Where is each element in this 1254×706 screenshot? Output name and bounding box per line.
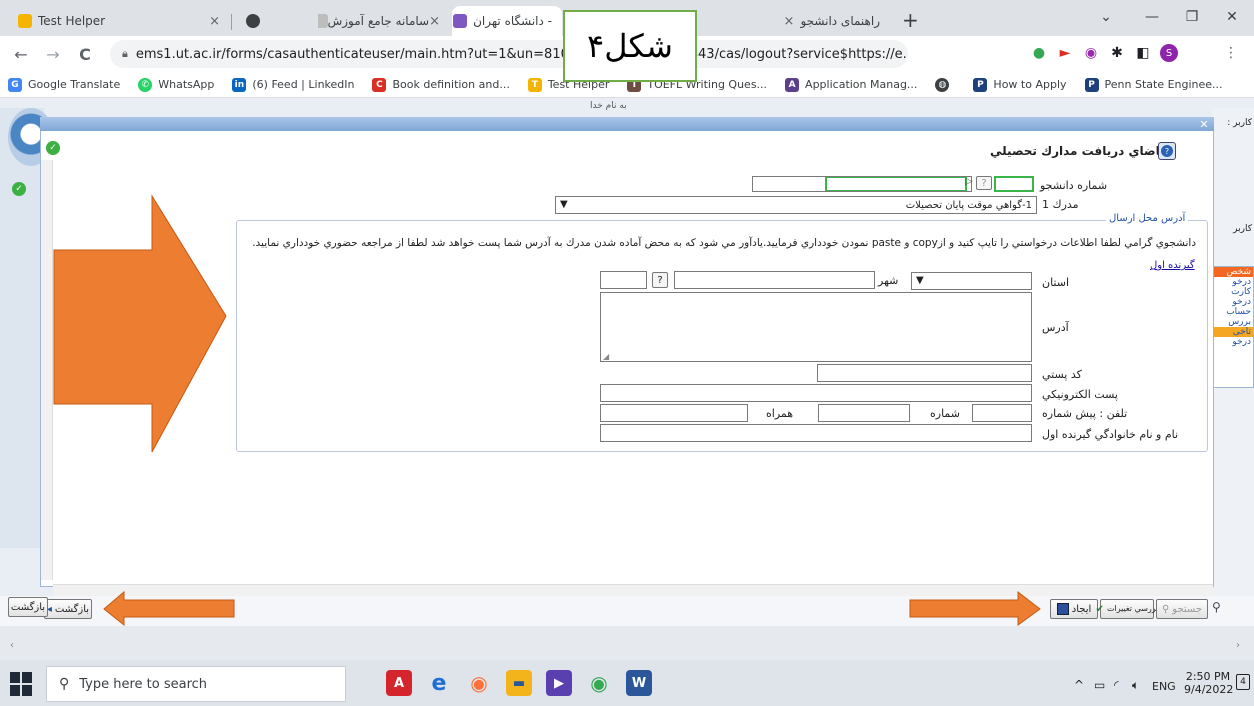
file-explorer-icon[interactable]: ▬ bbox=[506, 670, 532, 696]
clock-time: 2:50 PM bbox=[1185, 670, 1231, 683]
edge-icon[interactable]: e bbox=[426, 670, 452, 696]
search-icon: ⚲ bbox=[59, 676, 70, 692]
figure-label: شکل۴ bbox=[563, 10, 697, 82]
volume-icon[interactable]: 🔈︎ bbox=[1132, 678, 1139, 693]
start-button[interactable] bbox=[10, 672, 34, 696]
taskbar-search[interactable]: ⚲ Type here to search bbox=[46, 666, 346, 702]
firefox-icon[interactable]: ◉ bbox=[466, 670, 492, 696]
battery-icon[interactable]: ▭ bbox=[1094, 678, 1105, 692]
search-placeholder: Type here to search bbox=[79, 676, 208, 692]
arrow-to-create-shape bbox=[909, 590, 1041, 626]
wifi-icon[interactable]: ◜ bbox=[1114, 678, 1119, 692]
annotation-overlay bbox=[53, 194, 1041, 627]
acrobat-icon[interactable]: A bbox=[386, 670, 412, 696]
language-indicator[interactable]: ENG bbox=[1152, 680, 1176, 693]
clock-date: 9/4/2022 bbox=[1184, 683, 1234, 696]
clock[interactable]: 2:50 PM 9/4/2022 bbox=[1184, 670, 1234, 696]
notifications-icon[interactable]: 4 bbox=[1236, 674, 1250, 690]
chrome-icon[interactable]: ◉ bbox=[586, 670, 612, 696]
big-arrow-shape bbox=[53, 194, 227, 453]
arrow-to-back-shape bbox=[103, 590, 235, 627]
media-icon[interactable]: ▶ bbox=[546, 670, 572, 696]
word-icon[interactable]: W bbox=[626, 670, 652, 696]
tray-chevron-icon[interactable]: ^ bbox=[1074, 678, 1084, 692]
